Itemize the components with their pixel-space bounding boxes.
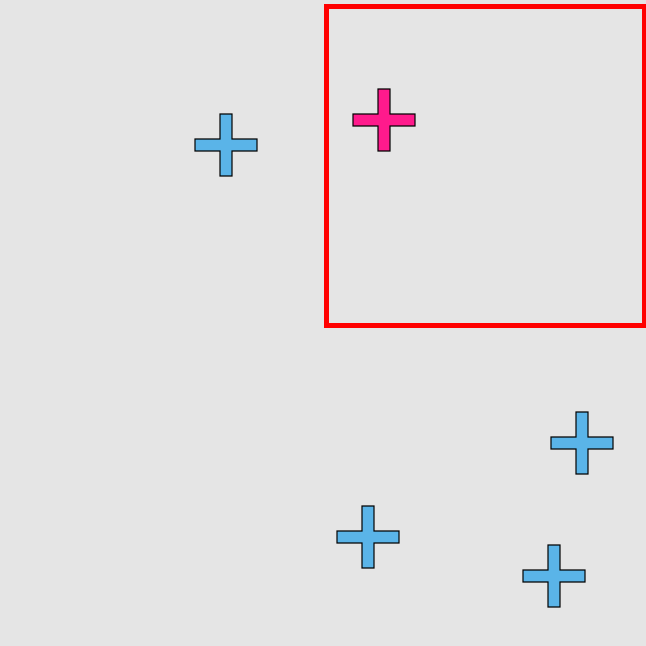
distractor-cross-icon[interactable]: [550, 411, 614, 475]
distractor-cross-icon[interactable]: [194, 113, 258, 177]
distractor-cross-icon[interactable]: [522, 544, 586, 608]
canvas: [0, 0, 646, 646]
target-cross-icon[interactable]: [352, 88, 416, 152]
distractor-cross-icon[interactable]: [336, 505, 400, 569]
highlight-box: [324, 4, 646, 328]
scene: [194, 4, 646, 608]
